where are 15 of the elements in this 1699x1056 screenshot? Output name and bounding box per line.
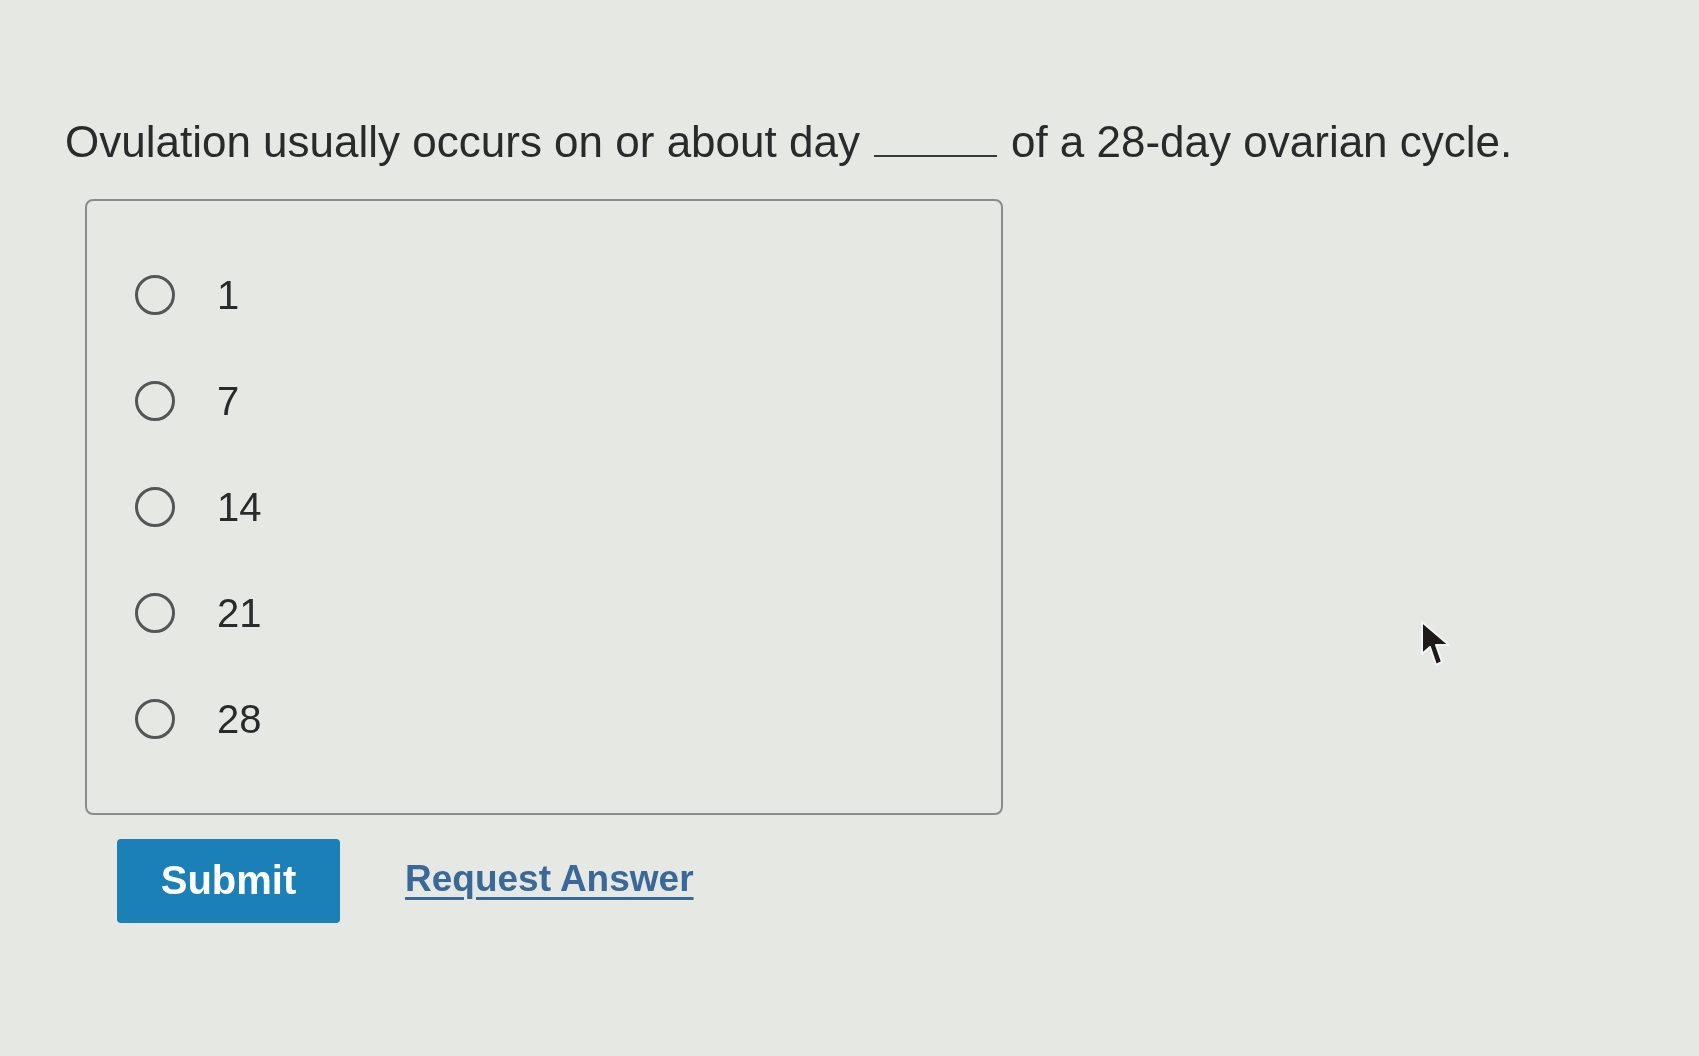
radio-button[interactable] [135, 592, 175, 633]
option-label: 7 [217, 377, 240, 425]
question-text: of a 28-day ovarian cycle. [1010, 116, 1513, 168]
radio-button[interactable] [135, 486, 175, 527]
radio-button[interactable] [135, 274, 175, 315]
question-text: Ovulation usually occurs on or about day [65, 116, 860, 168]
submit-button[interactable]: Submit [117, 838, 340, 923]
mouse-pointer-icon [1421, 621, 1451, 667]
request-answer-link[interactable]: Request Answer [405, 857, 694, 900]
option-label: 21 [217, 589, 262, 637]
option-label: 1 [217, 271, 240, 319]
option-label: 28 [217, 695, 262, 743]
radio-button[interactable] [135, 698, 175, 739]
option-label: 14 [217, 483, 262, 531]
radio-button[interactable] [135, 380, 175, 421]
